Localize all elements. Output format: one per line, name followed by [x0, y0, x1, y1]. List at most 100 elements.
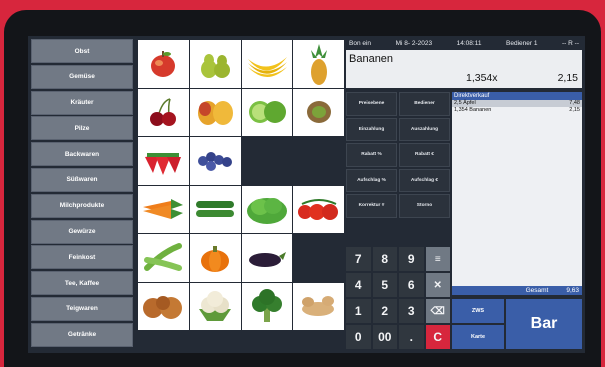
product-blueberry[interactable] [189, 137, 241, 185]
carrot-icon [143, 199, 184, 220]
product-beans[interactable] [138, 234, 189, 282]
ginger-icon [301, 296, 334, 317]
product-broccoli[interactable] [241, 282, 293, 330]
category-gewuerze[interactable]: Gewürze [31, 219, 133, 244]
korrektur-button[interactable]: Korrektur # [346, 194, 397, 218]
product-cucumber[interactable] [189, 185, 241, 233]
receipt-line-text: 2,5 Äpfel [454, 100, 476, 106]
display-item-name: Bananen [349, 53, 394, 65]
tomato-icon [297, 199, 338, 221]
product-pineapple[interactable] [293, 40, 344, 88]
product-banana[interactable] [241, 40, 293, 88]
display-price: 2,15 [557, 72, 578, 84]
category-feinkost[interactable]: Feinkost [31, 245, 133, 270]
receipt-line-amount: 2,15 [569, 107, 580, 113]
broccoli-icon [251, 289, 282, 323]
key-8[interactable]: 8 [372, 247, 397, 271]
apple-icon [151, 50, 176, 77]
status-date: Mi 8- 2-2023 [395, 39, 433, 47]
key-3[interactable]: 3 [399, 299, 424, 323]
product-mango[interactable] [189, 88, 241, 136]
cauliflower-icon [199, 291, 232, 322]
product-eggplant[interactable] [241, 234, 293, 282]
status-label: Bon ein [349, 39, 372, 47]
total-label: Gesamt [525, 287, 549, 294]
banana-icon [247, 56, 287, 77]
category-suesswaren[interactable]: Süßwaren [31, 167, 133, 192]
receipt-line[interactable]: 2,5 Äpfel 7,48 [452, 100, 582, 107]
payment-buttons: ZWS Karte Bar [452, 299, 582, 349]
onion-icon [143, 296, 183, 320]
category-backwaren[interactable]: Backwaren [31, 142, 133, 167]
status-bar: Bon ein Mi 8- 2-2023 14:08:11 Bediener 1… [346, 38, 582, 48]
category-kraeuter[interactable]: Kräuter [31, 90, 133, 115]
key-4[interactable]: 4 [346, 273, 371, 297]
karte-button[interactable]: Karte [452, 325, 504, 349]
key-5[interactable]: 5 [372, 273, 397, 297]
product-lettuce[interactable] [241, 185, 293, 233]
status-time: 14:08:11 [456, 39, 482, 47]
item-display: Bananen 1,354x 2,15 [346, 50, 582, 88]
cucumber-icon [196, 201, 235, 218]
menu-icon[interactable]: ≡ [425, 247, 450, 271]
pumpkin-icon [201, 245, 230, 272]
empty-slot [293, 137, 344, 185]
rabatt-percent-button[interactable]: Rabatt % [346, 143, 397, 167]
pear-icon [201, 53, 231, 78]
zws-button[interactable]: ZWS [452, 299, 504, 323]
key-1[interactable]: 1 [346, 299, 371, 323]
product-strawberry[interactable] [138, 137, 189, 185]
product-pear[interactable] [189, 40, 241, 88]
receipt-line[interactable]: 1,354 Bananen 2,15 [452, 107, 582, 114]
mango-icon [198, 101, 234, 126]
key-7[interactable]: 7 [346, 247, 371, 271]
product-kiwi[interactable] [293, 88, 344, 136]
bediener-button[interactable]: Bediener [399, 92, 450, 116]
display-quantity: 1,354x [466, 72, 498, 84]
register-panel: Bon ein Mi 8- 2-2023 14:08:11 Bediener 1… [346, 38, 582, 350]
auszahlung-button[interactable]: Auszahlung [399, 117, 450, 141]
category-gemuese[interactable]: Gemüse [31, 64, 133, 89]
cherry-icon [150, 98, 177, 127]
product-cauliflower[interactable] [189, 282, 241, 330]
preisebene-button[interactable]: Preisebene [346, 92, 397, 116]
key-decimal[interactable]: . [399, 325, 424, 349]
product-cherry[interactable] [138, 88, 189, 136]
einzahlung-button[interactable]: Einzahlung [346, 117, 397, 141]
key-2[interactable]: 2 [372, 299, 397, 323]
clear-button[interactable]: C [425, 325, 450, 349]
category-teigwaren[interactable]: Teigwaren [31, 296, 133, 321]
multiply-icon[interactable]: ✕ [425, 273, 450, 297]
category-pilze[interactable]: Pilze [31, 116, 133, 141]
aufschlag-percent-button[interactable]: Aufschlag % [346, 168, 397, 192]
key-0[interactable]: 0 [346, 325, 371, 349]
category-list: Obst Gemüse Kräuter Pilze Backwaren Süßw… [31, 39, 133, 349]
receipt-total: Gesamt 9,63 [452, 286, 582, 295]
category-obst[interactable]: Obst [31, 39, 133, 63]
key-6[interactable]: 6 [399, 273, 424, 297]
product-onion[interactable] [138, 282, 189, 330]
key-00[interactable]: 00 [372, 325, 397, 349]
receipt-line-amount: 7,48 [569, 100, 580, 106]
category-milchprodukte[interactable]: Milchprodukte [31, 193, 133, 218]
storno-button[interactable]: Storno [399, 194, 450, 218]
aufschlag-euro-button[interactable]: Aufschlag € [399, 168, 450, 192]
product-carrot[interactable] [138, 185, 189, 233]
empty-slot [242, 137, 293, 185]
status-mode: -- R -- [562, 39, 579, 47]
rabatt-euro-button[interactable]: Rabatt € [399, 143, 450, 167]
product-apple[interactable] [138, 40, 189, 88]
product-ginger[interactable] [293, 282, 344, 330]
total-value: 9,63 [566, 287, 579, 294]
backspace-icon[interactable]: ⌫ [425, 299, 450, 323]
category-tee-kaffee[interactable]: Tee, Kaffee [31, 271, 133, 296]
bar-button[interactable]: Bar [506, 299, 582, 349]
lime-icon [248, 101, 286, 124]
category-getraenke[interactable]: Getränke [31, 322, 133, 347]
product-lime[interactable] [241, 88, 293, 136]
eggplant-icon [248, 251, 286, 267]
product-tomato[interactable] [293, 185, 344, 233]
product-pumpkin[interactable] [189, 234, 241, 282]
key-9[interactable]: 9 [399, 247, 424, 271]
pos-screen: Obst Gemüse Kräuter Pilze Backwaren Süßw… [28, 36, 585, 353]
